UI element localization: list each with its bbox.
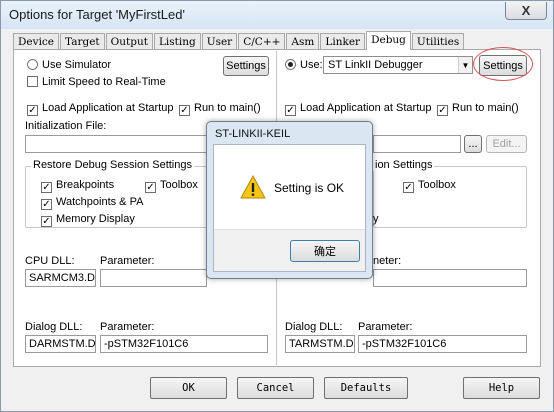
right-cpu-param-label: neter: <box>373 255 402 267</box>
dialog-body: Setting is OK 确定 <box>213 144 366 272</box>
init-file-label: Initialization File: <box>25 120 107 132</box>
radio-selected-icon <box>285 59 296 70</box>
breakpoints-checkbox[interactable]: ✓ Breakpoints <box>41 179 114 193</box>
dialog-param-field[interactable]: -pSTM32F101C6 <box>100 335 268 353</box>
right-run-to-main-label: Run to main() <box>452 102 519 114</box>
init-file-input[interactable] <box>25 135 207 153</box>
cancel-button[interactable]: Cancel <box>237 377 314 399</box>
checkbox-checked-icon: ✓ <box>437 105 448 116</box>
right-init-file-input[interactable] <box>373 135 461 153</box>
radio-icon <box>27 59 38 70</box>
defaults-button[interactable]: Defaults <box>324 377 408 399</box>
tab-linker[interactable]: Linker <box>320 33 366 50</box>
right-cpu-param-field[interactable] <box>373 269 527 287</box>
options-window: Options for Target 'MyFirstLed' X Device… <box>0 0 554 412</box>
chevron-down-icon[interactable]: ▼ <box>458 57 472 73</box>
load-app-label: Load Application at Startup <box>42 102 174 114</box>
dialog-ok-button[interactable]: 确定 <box>290 240 360 262</box>
tab-listing[interactable]: Listing <box>153 33 201 50</box>
cpu-param-field[interactable] <box>100 269 207 287</box>
right-toolbox-checkbox[interactable]: ✓ Toolbox <box>403 179 456 193</box>
load-app-checkbox[interactable]: ✓ Load Application at Startup <box>27 102 173 116</box>
right-restore-label: ion Settings <box>373 159 435 171</box>
right-load-app-checkbox[interactable]: ✓ Load Application at Startup <box>285 102 431 116</box>
right-load-app-label: Load Application at Startup <box>300 102 432 114</box>
memory-display-label: Memory Display <box>56 213 135 225</box>
right-run-to-main-checkbox[interactable]: ✓ Run to main() <box>437 102 519 116</box>
checkbox-checked-icon: ✓ <box>179 105 190 116</box>
simulator-settings-button[interactable]: Settings <box>223 56 269 76</box>
run-to-main-checkbox[interactable]: ✓ Run to main() <box>179 102 261 116</box>
dialog-dll-field[interactable]: DARMSTM.DLL <box>25 335 96 353</box>
help-button[interactable]: Help <box>463 377 540 399</box>
restore-settings-label: Restore Debug Session Settings <box>31 159 194 171</box>
right-restore-group <box>373 166 527 228</box>
memory-display-checkbox[interactable]: ✓ Memory Display <box>41 213 135 227</box>
debugger-select-value: ST LinkII Debugger <box>328 59 423 71</box>
edit-button[interactable]: Edit... <box>486 135 527 153</box>
checkbox-checked-icon: ✓ <box>145 182 156 193</box>
tab-debug[interactable]: Debug <box>366 31 411 50</box>
checkbox-checked-icon: ✓ <box>41 216 52 227</box>
right-memory-partial: y <box>373 213 379 225</box>
breakpoints-label: Breakpoints <box>56 179 115 191</box>
ok-button[interactable]: OK <box>150 377 227 399</box>
debugger-select[interactable]: ST LinkII Debugger ▼ <box>323 56 473 74</box>
tab-output[interactable]: Output <box>105 33 153 50</box>
dialog-dll-label: Dialog DLL: <box>25 321 83 333</box>
checkbox-checked-icon: ✓ <box>41 199 52 210</box>
right-dialog-dll-label: Dialog DLL: <box>285 321 343 333</box>
tab-utilities[interactable]: Utilities <box>411 33 465 50</box>
cpu-dll-label: CPU DLL: <box>25 255 75 267</box>
browse-button[interactable]: ... <box>464 135 482 153</box>
tab-cpp[interactable]: C/C++ <box>238 33 286 50</box>
dialog-title: ST-LINKII-KEIL <box>215 128 291 140</box>
title-bar: Options for Target 'MyFirstLed' X <box>1 1 553 29</box>
use-label: Use: <box>300 59 323 71</box>
tab-device[interactable]: Device <box>13 33 60 50</box>
limit-speed-checkbox[interactable]: Limit Speed to Real-Time <box>27 76 166 88</box>
window-title: Options for Target 'MyFirstLed' <box>9 7 185 22</box>
checkbox-checked-icon: ✓ <box>41 182 52 193</box>
watchpoints-checkbox[interactable]: ✓ Watchpoints & PA <box>41 196 143 210</box>
toolbox-label: Toolbox <box>160 179 198 191</box>
use-simulator-label: Use Simulator <box>42 59 112 71</box>
cpu-param-label: Parameter: <box>100 255 155 267</box>
warning-icon <box>240 175 266 199</box>
run-to-main-label: Run to main() <box>194 102 261 114</box>
close-icon: X <box>521 3 531 18</box>
tab-strip: Device Target Output Listing User C/C++ … <box>13 31 465 50</box>
highlight-ellipse <box>473 47 533 81</box>
checkbox-checked-icon: ✓ <box>403 182 414 193</box>
tab-asm[interactable]: Asm <box>286 33 320 50</box>
dialog-footer: 确定 <box>214 229 365 271</box>
right-dialog-param-field[interactable]: -pSTM32F101C6 <box>358 335 527 353</box>
limit-speed-label: Limit Speed to Real-Time <box>42 76 166 88</box>
checkbox-checked-icon: ✓ <box>285 105 296 116</box>
dialog-param-label: Parameter: <box>100 321 155 333</box>
use-debugger-radio[interactable]: Use: <box>285 59 323 71</box>
checkbox-checked-icon: ✓ <box>27 105 38 116</box>
use-simulator-radio[interactable]: Use Simulator <box>27 59 111 71</box>
message-dialog: ST-LINKII-KEIL Setting is OK 确定 <box>206 121 373 279</box>
cpu-dll-field[interactable]: SARMCM3.DLL <box>25 269 96 287</box>
watchpoints-label: Watchpoints & PA <box>56 196 144 208</box>
tab-target[interactable]: Target <box>60 33 105 50</box>
close-button[interactable]: X <box>505 2 547 20</box>
dialog-message: Setting is OK <box>274 181 345 195</box>
right-toolbox-label: Toolbox <box>418 179 456 191</box>
checkbox-icon <box>27 76 38 87</box>
toolbox-checkbox[interactable]: ✓ Toolbox <box>145 179 198 193</box>
right-dialog-param-label: Parameter: <box>358 321 413 333</box>
tab-user[interactable]: User <box>201 33 238 50</box>
right-dialog-dll-field[interactable]: TARMSTM.DLL <box>285 335 355 353</box>
